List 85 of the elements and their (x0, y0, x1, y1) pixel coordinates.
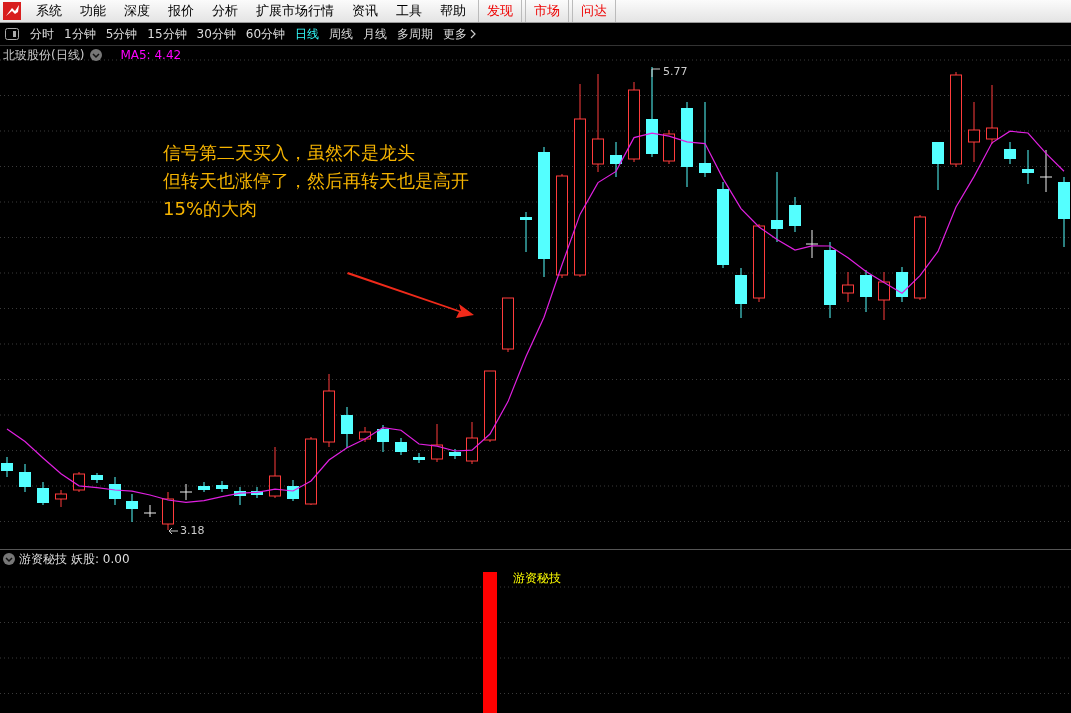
candlestick (771, 171, 783, 243)
candlestick (37, 481, 49, 506)
chart-title: 北玻股份(日线) (3, 46, 85, 64)
candlestick (269, 446, 281, 499)
candlestick (1004, 141, 1016, 165)
candlestick (610, 141, 622, 178)
menu-item[interactable]: 深度 (115, 0, 159, 22)
high-price-label: 5.77 (663, 65, 688, 78)
candlestick (1, 456, 13, 478)
menu-item[interactable]: 扩展市场行情 (247, 0, 343, 22)
candlestick (466, 421, 478, 465)
candlestick (73, 471, 85, 493)
period-tab[interactable]: 1分钟 (59, 25, 101, 43)
candlestick (143, 504, 157, 518)
candlestick (860, 269, 872, 313)
candlestick (968, 101, 980, 163)
low-price-label: 3.18 (180, 524, 205, 537)
candlestick (162, 491, 174, 531)
menu-item[interactable]: 工具 (387, 0, 431, 22)
annotation-text: 但转天也涨停了，然后再转天也是高开 (163, 169, 469, 193)
period-tab[interactable]: 更多 (438, 25, 482, 43)
dropdown-icon[interactable] (3, 553, 15, 565)
menu-item[interactable]: 系统 (27, 0, 71, 22)
annotation-text: 信号第二天买入，虽然不是龙头 (163, 141, 416, 165)
app-logo-icon (3, 2, 21, 20)
candlestick (1058, 176, 1070, 248)
high-marker-icon (651, 66, 661, 77)
candlestick (663, 129, 675, 165)
period-tab[interactable]: 多周期 (392, 25, 439, 43)
candlestick (305, 436, 317, 506)
candlestick (126, 493, 138, 523)
candlestick (287, 479, 299, 502)
menu-item[interactable]: 分析 (203, 0, 247, 22)
candlestick (1022, 149, 1034, 185)
candlestick (359, 426, 371, 443)
candlestick (251, 486, 263, 499)
candlestick (520, 211, 532, 253)
candlestick (842, 271, 854, 303)
candlestick (932, 141, 944, 191)
candlestick (341, 406, 353, 449)
candlestick (789, 196, 801, 233)
menu-item[interactable]: 报价 (159, 0, 203, 22)
candlestick (179, 483, 193, 501)
candlestick (216, 480, 228, 493)
indicator-title: 游资秘技 (19, 550, 67, 568)
candlestick (395, 437, 407, 456)
dropdown-icon[interactable] (90, 49, 103, 61)
period-tab[interactable]: 周线 (324, 25, 359, 43)
candlestick (896, 266, 908, 303)
candlestick (198, 481, 210, 493)
candlestick (19, 463, 31, 493)
candlestick (234, 486, 246, 506)
candlestick (55, 489, 67, 508)
panel-toggle-icon[interactable] (5, 28, 19, 40)
ma-value-label: MA5: 4.42 (120, 48, 182, 62)
candlestick (413, 452, 425, 464)
chevron-right-icon (470, 29, 477, 39)
menu-item[interactable]: 市场 (525, 0, 569, 22)
candlestick (986, 84, 998, 145)
candlestick (805, 229, 819, 259)
menu-item[interactable]: 帮助 (431, 0, 475, 22)
annotation-text: 15%的大肉 (163, 197, 258, 221)
candlestick (109, 476, 121, 506)
menu-item[interactable]: 问达 (572, 0, 616, 22)
low-marker-icon (168, 526, 178, 535)
menu-item[interactable]: 发现 (478, 0, 522, 22)
candlestick (878, 271, 890, 321)
candlestick (91, 472, 103, 484)
period-tab[interactable]: 5分钟 (100, 25, 143, 43)
candlestick (1039, 149, 1053, 193)
indicator-value: 妖股: 0.00 (71, 550, 130, 568)
menu-item[interactable]: 资讯 (343, 0, 387, 22)
period-tab[interactable]: 日线 (290, 25, 325, 43)
candlestick (431, 423, 443, 463)
candlestick (502, 297, 514, 353)
period-tab[interactable]: 15分钟 (142, 25, 192, 43)
period-tab[interactable]: 月线 (358, 25, 393, 43)
period-tab[interactable]: 30分钟 (191, 25, 241, 43)
period-tab[interactable]: 60分钟 (240, 25, 291, 43)
candlestick (449, 448, 461, 460)
menu-item[interactable]: 功能 (71, 0, 115, 22)
signal-label: 游资秘技 (513, 570, 561, 587)
period-tab[interactable]: 分时 (25, 25, 59, 43)
candlestick (377, 424, 389, 453)
candlestick (735, 267, 747, 319)
